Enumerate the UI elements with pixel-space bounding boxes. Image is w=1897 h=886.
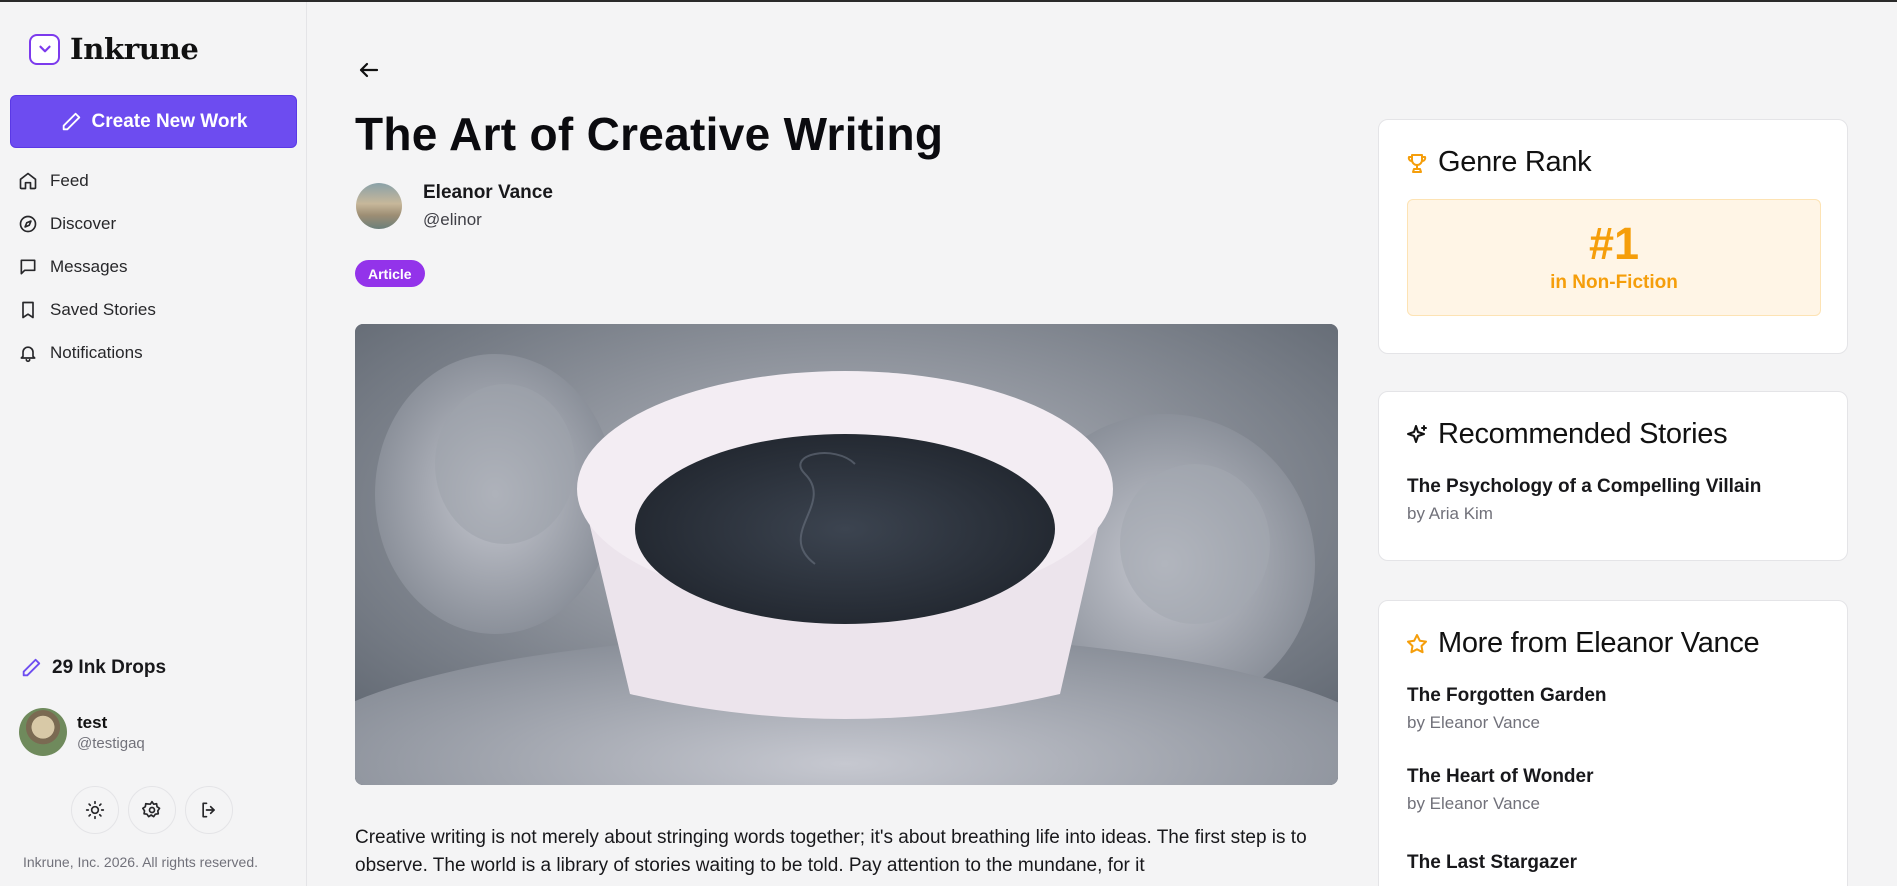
sparkles-icon: [1407, 424, 1427, 443]
current-user[interactable]: test @testigaq: [19, 708, 145, 756]
article-body: Creative writing is not merely about str…: [355, 827, 1307, 876]
app-logo[interactable]: Inkrune: [29, 32, 199, 66]
message-icon: [20, 259, 36, 274]
avatar: [356, 183, 402, 229]
sidebar-item-saved-stories[interactable]: Saved Stories: [18, 288, 298, 331]
user-name: test: [77, 712, 108, 732]
home-icon: [19, 172, 37, 189]
arrow-left-icon: [359, 62, 379, 78]
sidebar-actions: [71, 786, 233, 834]
trophy-icon: [1407, 153, 1427, 173]
more-from-author-card: More from Eleanor Vance The Forgotten Ga…: [1378, 600, 1848, 886]
genre-rank-heading: Genre Rank: [1405, 146, 1847, 179]
list-item[interactable]: The Forgotten Garden by Eleanor Vance: [1407, 685, 1847, 733]
create-new-work-button[interactable]: Create New Work: [10, 95, 297, 148]
sidebar-item-notifications[interactable]: Notifications: [18, 331, 298, 374]
genre-rank-card: Genre Rank #1 in Non-Fiction: [1378, 119, 1848, 354]
logo-icon: [29, 33, 60, 65]
sidebar-nav: Feed Discover Messages Saved Stories Not…: [18, 159, 298, 374]
story-title: The Heart of Wonder: [1407, 766, 1594, 787]
gear-icon: [142, 800, 161, 818]
sun-icon: [85, 800, 105, 820]
list-item[interactable]: The Psychology of a Compelling Villain b…: [1407, 476, 1847, 524]
article-author[interactable]: Eleanor Vance @elinor: [356, 182, 553, 230]
article-cover-image: [355, 324, 1338, 785]
sidebar-item-feed[interactable]: Feed: [18, 159, 298, 202]
sidebar-item-label: Discover: [50, 213, 117, 233]
story-title: The Last Stargazer: [1407, 852, 1577, 873]
logout-icon: [202, 802, 215, 818]
bookmark-icon: [22, 301, 34, 318]
pencil-icon: [62, 112, 80, 130]
theme-toggle-button[interactable]: [71, 786, 119, 834]
story-author: by Eleanor Vance: [1407, 794, 1540, 813]
ink-drops-label: 29 Ink Drops: [52, 657, 167, 678]
article-type-badge[interactable]: Article: [355, 260, 425, 287]
app-name: Inkrune: [70, 32, 199, 66]
story-author: by Aria Kim: [1407, 504, 1493, 523]
article-title: The Art of Creative Writing: [355, 108, 944, 160]
compass-icon: [19, 215, 37, 232]
settings-button[interactable]: [128, 786, 176, 834]
pencil-icon: [22, 658, 41, 677]
more-from-heading: More from Eleanor Vance: [1405, 627, 1847, 660]
story-title: The Forgotten Garden: [1407, 685, 1607, 706]
rank-number: #1: [1588, 218, 1640, 269]
ink-drops-balance[interactable]: 29 Ink Drops: [20, 657, 166, 679]
recommended-title: Recommended Stories: [1438, 418, 1728, 450]
list-item[interactable]: The Last Stargazer: [1407, 852, 1847, 874]
author-name: Eleanor Vance: [423, 182, 553, 203]
rank-box: #1 in Non-Fiction: [1407, 199, 1821, 316]
back-button[interactable]: [354, 55, 384, 85]
logout-button[interactable]: [185, 786, 233, 834]
sidebar-item-messages[interactable]: Messages: [18, 245, 298, 288]
sidebar-item-discover[interactable]: Discover: [18, 202, 298, 245]
author-handle: @elinor: [423, 210, 482, 229]
recommended-heading: Recommended Stories: [1405, 418, 1847, 451]
bell-icon: [20, 345, 36, 362]
story-author: by Eleanor Vance: [1407, 713, 1540, 732]
sidebar-item-label: Notifications: [50, 342, 143, 362]
genre-rank-title: Genre Rank: [1438, 146, 1592, 178]
avatar: [19, 708, 67, 756]
sidebar-item-label: Feed: [50, 170, 89, 190]
recommended-stories-card: Recommended Stories The Psychology of a …: [1378, 391, 1848, 561]
rank-genre-label: in Non-Fiction: [1550, 272, 1678, 293]
copyright: Inkrune, Inc. 2026. All rights reserved.: [23, 854, 259, 870]
star-icon: [1407, 633, 1427, 653]
sidebar-item-label: Saved Stories: [50, 299, 156, 319]
create-new-work-label: Create New Work: [91, 110, 248, 132]
sidebar: Inkrune Create New Work Feed Discover Me…: [0, 2, 307, 886]
sidebar-item-label: Messages: [50, 256, 128, 276]
story-title: The Psychology of a Compelling Villain: [1407, 476, 1762, 497]
list-item[interactable]: The Heart of Wonder by Eleanor Vance: [1407, 766, 1847, 814]
more-from-title: More from Eleanor Vance: [1438, 627, 1760, 659]
user-handle: @testigaq: [77, 734, 145, 752]
